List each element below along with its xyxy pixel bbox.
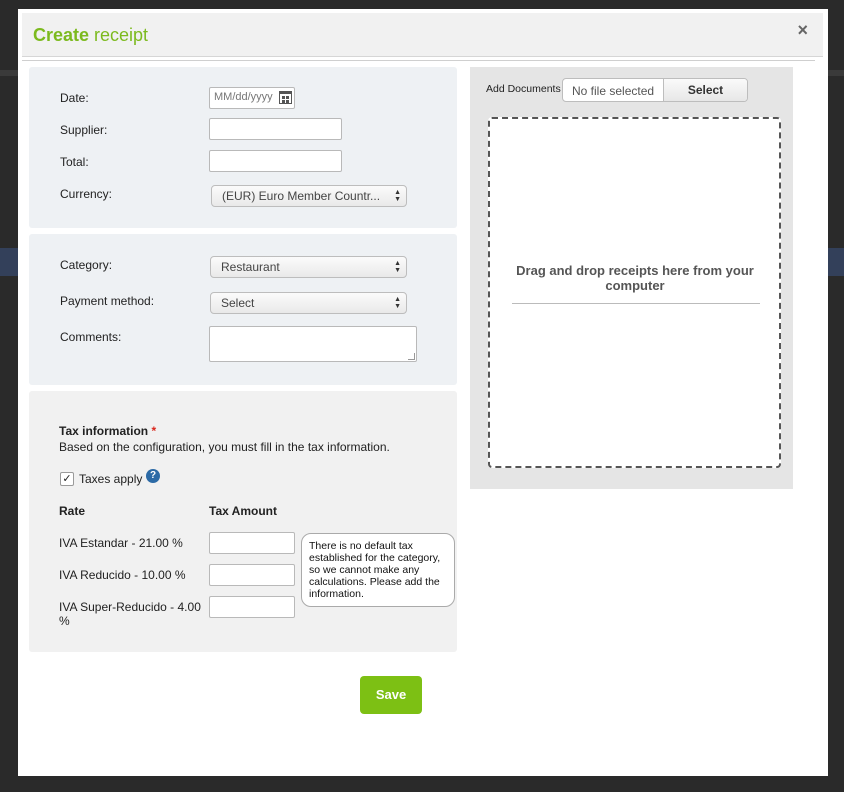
help-icon[interactable]: ? bbox=[146, 469, 160, 483]
tax-amount-input[interactable] bbox=[209, 532, 295, 554]
date-label: Date: bbox=[60, 91, 89, 105]
comments-label: Comments: bbox=[60, 330, 122, 344]
select-arrows-icon: ▲ ▼ bbox=[394, 296, 401, 310]
currency-select[interactable]: (EUR) Euro Member Countr... ▲ ▼ bbox=[211, 185, 407, 207]
tax-heading: Tax information * bbox=[59, 424, 157, 438]
file-status: No file selected bbox=[572, 84, 655, 98]
drop-zone-text: Drag and drop receipts here from your co… bbox=[516, 263, 754, 293]
save-button[interactable]: Save bbox=[360, 676, 422, 714]
currency-label: Currency: bbox=[60, 187, 113, 201]
calendar-icon[interactable] bbox=[279, 91, 292, 104]
file-picker[interactable]: No file selected Select bbox=[562, 78, 748, 102]
drop-zone[interactable]: Drag and drop receipts here from your co… bbox=[488, 117, 781, 468]
taxes-apply-label: Taxes apply bbox=[79, 472, 143, 486]
total-input[interactable] bbox=[209, 150, 342, 172]
tax-rate-label: IVA Estandar - 21.00 % bbox=[59, 536, 183, 550]
modal-title: Create receipt bbox=[33, 25, 149, 45]
close-icon[interactable]: × bbox=[797, 20, 808, 41]
payment-method-select[interactable]: Select ▲ ▼ bbox=[210, 292, 407, 314]
select-file-button[interactable]: Select bbox=[663, 79, 747, 101]
upload-panel: Add Documents No file selected Select Dr… bbox=[470, 67, 793, 489]
comments-textarea[interactable] bbox=[209, 326, 417, 362]
modal-header: Create receipt × bbox=[22, 13, 823, 57]
tax-tooltip: There is no default tax established for … bbox=[301, 533, 455, 607]
create-receipt-modal: Create receipt × Date: MM/dd/yyyy Suppli… bbox=[18, 9, 828, 776]
details-panel: Category: Restaurant ▲ ▼ Payment method: … bbox=[29, 234, 457, 385]
resize-handle-icon[interactable] bbox=[408, 353, 415, 360]
supplier-input[interactable] bbox=[209, 118, 342, 140]
select-arrows-icon: ▲ ▼ bbox=[394, 260, 401, 274]
tax-amount-input[interactable] bbox=[209, 596, 295, 618]
tax-rate-label: IVA Reducido - 10.00 % bbox=[59, 568, 186, 582]
select-arrows-icon: ▲ ▼ bbox=[394, 189, 401, 203]
supplier-label: Supplier: bbox=[60, 123, 108, 137]
header-divider bbox=[22, 60, 815, 61]
total-label: Total: bbox=[60, 155, 89, 169]
rate-header: Rate bbox=[59, 504, 86, 518]
taxes-apply-checkbox[interactable]: ✓ bbox=[60, 472, 74, 486]
category-select[interactable]: Restaurant ▲ ▼ bbox=[210, 256, 407, 278]
tax-rate-label: IVA Super-Reducido - 4.00 % bbox=[59, 600, 201, 628]
category-label: Category: bbox=[60, 258, 113, 272]
payment-method-label: Payment method: bbox=[60, 294, 155, 308]
basic-info-panel: Date: MM/dd/yyyy Supplier: Total: Curren… bbox=[29, 67, 457, 228]
tax-amount-header: Tax Amount bbox=[209, 504, 277, 518]
tax-description: Based on the configuration, you must fil… bbox=[59, 440, 390, 454]
required-mark: * bbox=[151, 424, 157, 438]
drop-zone-divider bbox=[512, 303, 760, 304]
date-field[interactable]: MM/dd/yyyy bbox=[209, 87, 295, 109]
tax-amount-input[interactable] bbox=[209, 564, 295, 586]
add-documents-label: Add Documents bbox=[486, 83, 561, 95]
tax-panel: Tax information * Based on the configura… bbox=[29, 391, 457, 652]
